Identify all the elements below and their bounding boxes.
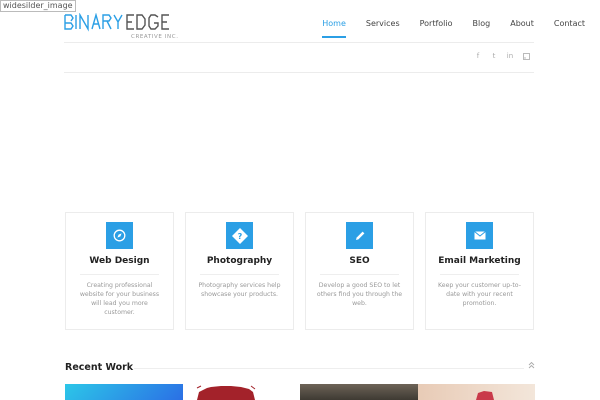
pencil-icon <box>346 222 373 249</box>
service-card-seo[interactable]: SEO Develop a good SEO to let others fin… <box>305 212 414 330</box>
nav-portfolio[interactable]: Portfolio <box>410 14 463 38</box>
portfolio-thumbnail[interactable] <box>300 384 418 400</box>
chevron-up-icon[interactable] <box>528 361 535 371</box>
svg-text:CREATIVE INC.: CREATIVE INC. <box>131 34 179 40</box>
service-description: Creating professional website for your b… <box>79 282 160 316</box>
facebook-icon[interactable]: f <box>474 52 482 61</box>
social-links: f t in <box>474 52 530 61</box>
service-description: Keep your customer up-to-date with your … <box>438 282 521 307</box>
linkedin-icon[interactable]: in <box>506 52 514 61</box>
logo-image: CREATIVE INC. <box>64 13 179 40</box>
portfolio-thumbnail[interactable] <box>183 384 300 400</box>
divider <box>80 274 159 275</box>
service-title: Email Marketing <box>438 256 521 266</box>
divider <box>440 274 519 275</box>
envelope-icon <box>466 222 493 249</box>
broken-image-alt: widesilder_image <box>0 0 76 12</box>
compass-icon <box>106 222 133 249</box>
divider <box>200 274 279 275</box>
portfolio-thumbnail[interactable] <box>65 384 183 400</box>
service-card-email-marketing[interactable]: Email Marketing Keep your customer up-to… <box>425 212 534 330</box>
nav-blog[interactable]: Blog <box>463 14 501 38</box>
slider-divider <box>64 72 534 73</box>
header-divider <box>64 42 534 43</box>
services-section: Web Design Creating professional website… <box>65 212 534 330</box>
nav-contact[interactable]: Contact <box>544 14 595 38</box>
service-title: Photography <box>206 256 273 266</box>
rss-icon[interactable] <box>522 52 530 61</box>
service-description: Develop a good SEO to let others find yo… <box>316 282 403 307</box>
service-card-web-design[interactable]: Web Design Creating professional website… <box>65 212 174 330</box>
service-title: Web Design <box>89 256 150 266</box>
recent-work-heading: Recent Work <box>65 362 134 373</box>
nav-home[interactable]: Home <box>312 14 356 38</box>
recent-work-divider <box>134 368 524 369</box>
service-description: Photography services help showcase your … <box>198 282 281 298</box>
twitter-icon[interactable]: t <box>490 52 498 61</box>
divider <box>320 274 399 275</box>
portfolio-thumbnail[interactable] <box>418 384 535 400</box>
svg-text:?: ? <box>237 232 242 241</box>
nav-services[interactable]: Services <box>356 14 410 38</box>
nav-about[interactable]: About <box>500 14 544 38</box>
question-tag-icon: ? <box>226 222 253 249</box>
service-title: SEO <box>349 256 370 266</box>
logo[interactable]: CREATIVE INC. <box>64 13 194 41</box>
recent-work-thumbnails <box>65 384 535 400</box>
main-nav: Home Services Portfolio Blog About Conta… <box>312 14 595 38</box>
service-card-photography[interactable]: ? Photography Photography services help … <box>185 212 294 330</box>
